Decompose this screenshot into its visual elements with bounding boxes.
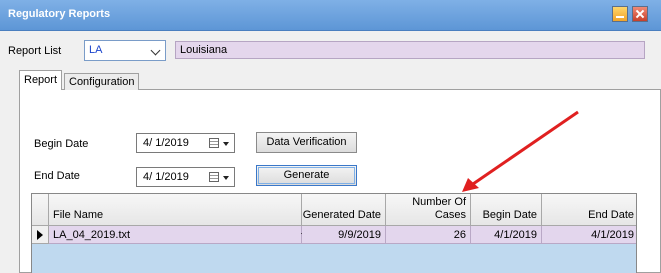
tab-report[interactable]: Report (19, 70, 63, 90)
tab-report-label: Report (24, 74, 58, 86)
annotation-arrow-icon (462, 110, 579, 192)
